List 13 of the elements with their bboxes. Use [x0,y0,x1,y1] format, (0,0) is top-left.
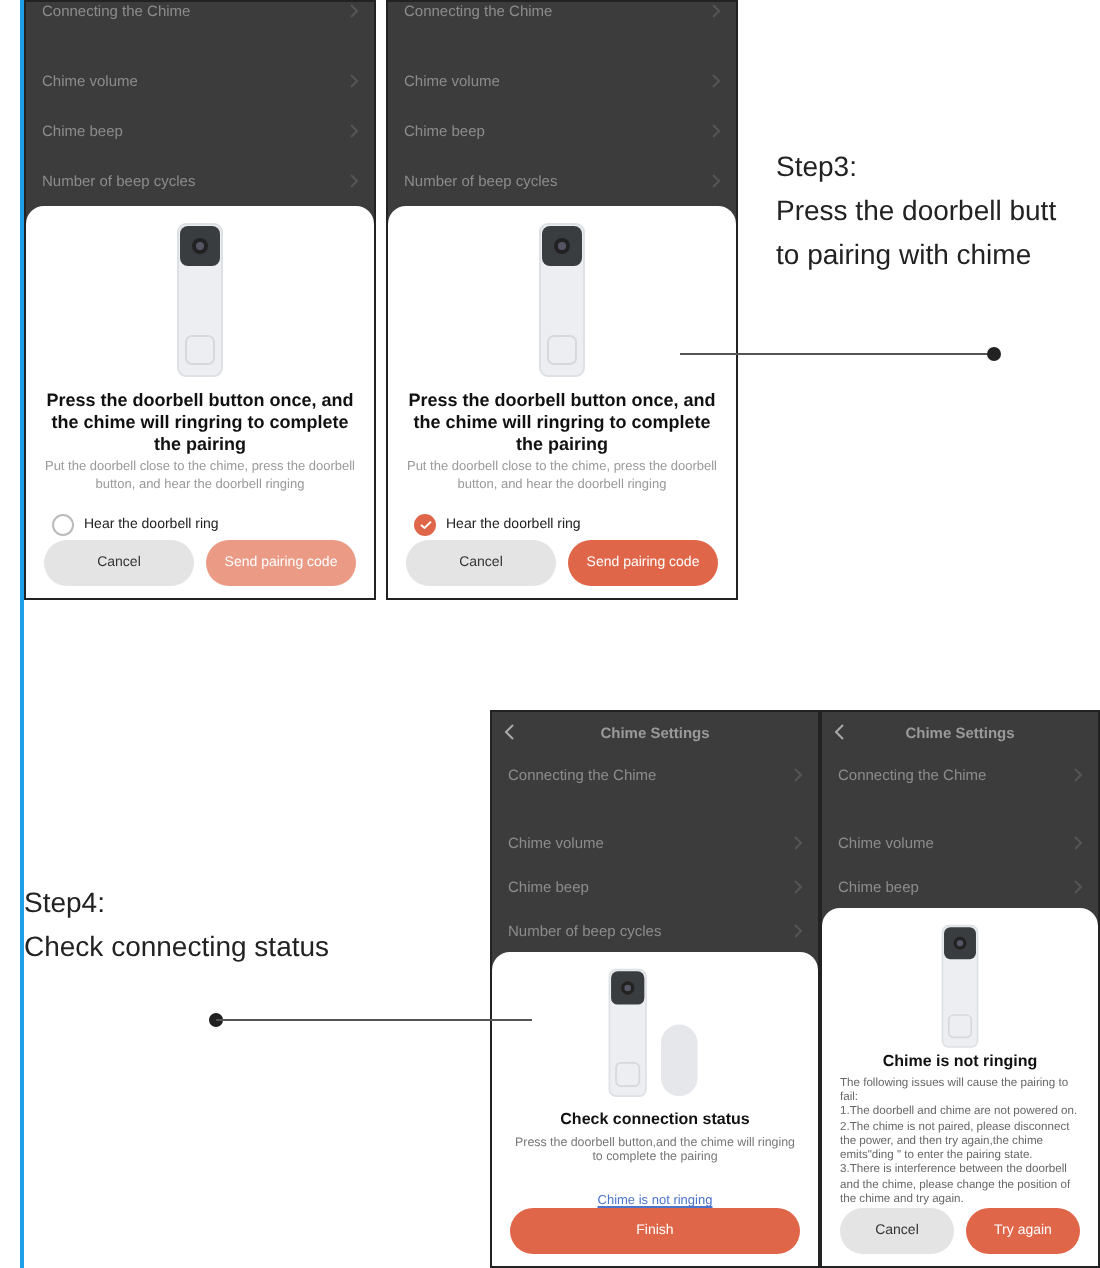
sheet-title: Press the doorbell button once, and the chime will ringring to complete the pairing [44,390,356,455]
sheet-title: Press the doorbell button once, and the chime will ringring to complete the pairing [406,390,718,455]
sheet-title: Check connection status [560,1109,750,1129]
step-text: Press the doorbell butt [776,194,1057,226]
back-icon[interactable] [834,724,844,740]
check-icon [419,519,431,530]
back-icon[interactable] [504,724,514,740]
doorbell-drawing [936,924,984,1049]
step-text: Check connecting status [24,930,332,962]
step-text: Step3: [776,150,859,182]
sheet-title: Chime is not ringing [882,1052,1038,1072]
step-text: to pairing with chime [776,238,1034,270]
step-text: Step4: [24,886,107,918]
